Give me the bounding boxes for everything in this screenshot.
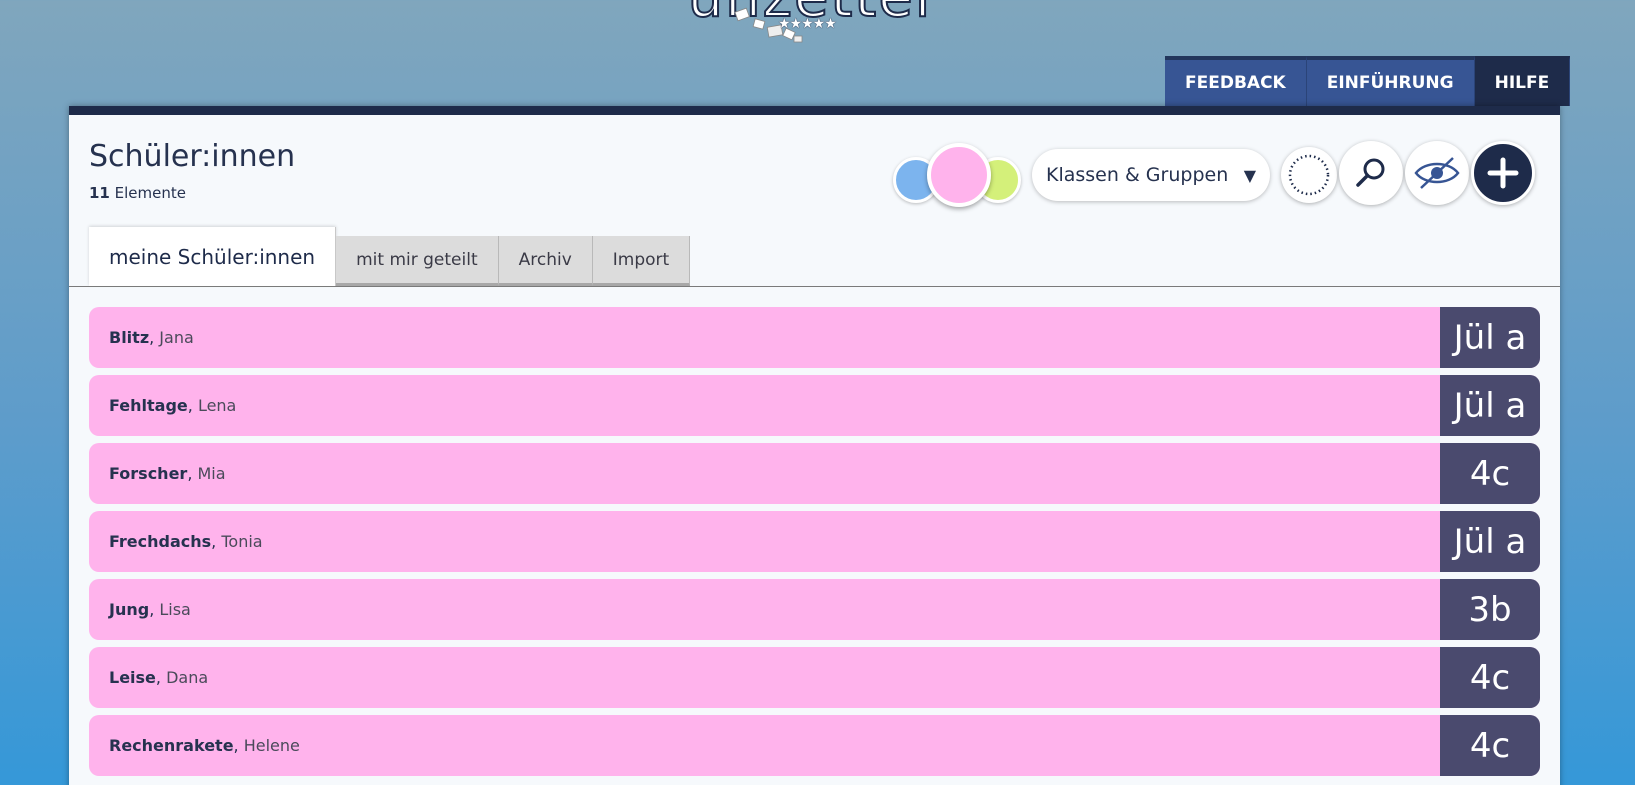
select-all-button[interactable] (1281, 147, 1337, 203)
tab-archiv[interactable]: Archiv (498, 236, 593, 286)
color-filter-pink[interactable] (927, 143, 991, 207)
first-name: Mia (197, 464, 226, 483)
top-navigation: FEEDBACK EINFÜHRUNG HILFE (1165, 56, 1571, 106)
tab-import[interactable]: Import (592, 236, 691, 286)
student-name: Leise, Dana (109, 668, 209, 687)
last-name: Frechdachs (109, 532, 212, 551)
list-item[interactable]: Frechdachs, Tonia Jül a (89, 511, 1540, 572)
count-number: 11 (89, 184, 110, 202)
add-student-button[interactable] (1471, 141, 1535, 205)
student-name: Rechenrakete, Helene (109, 736, 300, 755)
toggle-visibility-button[interactable] (1405, 141, 1469, 205)
student-list: Blitz, Jana Jül a Fehltage, Lena Jül a F… (89, 307, 1540, 783)
last-name: Jung (109, 600, 150, 619)
class-badge: 4c (1440, 715, 1540, 776)
nav-feedback[interactable]: FEEDBACK (1165, 56, 1307, 106)
last-name: Leise (109, 668, 156, 687)
first-name: Dana (166, 668, 209, 687)
app-logo[interactable]: unzettel ★★★★★ (640, 0, 980, 70)
count-label: Elemente (114, 184, 186, 202)
chevron-down-icon: ▼ (1243, 165, 1256, 185)
list-item[interactable]: Fehltage, Lena Jül a (89, 375, 1540, 436)
tab-meine-schueler[interactable]: meine Schüler:innen (89, 227, 337, 286)
list-item[interactable]: Jung, Lisa 3b (89, 579, 1540, 640)
class-badge: 3b (1440, 579, 1540, 640)
last-name: Forscher (109, 464, 188, 483)
class-badge: 4c (1440, 647, 1540, 708)
logo-stars: ★★★★★ (778, 16, 837, 32)
list-item[interactable]: Blitz, Jana Jül a (89, 307, 1540, 368)
class-badge: Jül a (1440, 307, 1540, 368)
student-name: Frechdachs, Tonia (109, 532, 263, 551)
student-name: Fehltage, Lena (109, 396, 237, 415)
student-name: Jung, Lisa (109, 600, 191, 619)
class-badge: Jül a (1440, 511, 1540, 572)
first-name: Jana (159, 328, 194, 347)
class-group-select[interactable]: Klassen & Gruppen ▼ (1032, 149, 1270, 201)
page-title: Schüler:innen (89, 139, 296, 174)
select-value: Klassen & Gruppen (1046, 164, 1229, 186)
search-button[interactable] (1339, 141, 1403, 205)
students-panel: Schüler:innen 11 Elemente Klassen & Grup… (69, 106, 1560, 785)
last-name: Fehltage (109, 396, 188, 415)
class-badge: Jül a (1440, 375, 1540, 436)
class-badge: 4c (1440, 443, 1540, 504)
student-name: Blitz, Jana (109, 328, 194, 347)
list-item[interactable]: Rechenrakete, Helene 4c (89, 715, 1540, 776)
element-count: 11 Elemente (89, 184, 186, 202)
plus-icon (1487, 157, 1519, 189)
nav-hilfe[interactable]: HILFE (1474, 56, 1571, 106)
first-name: Lisa (159, 600, 191, 619)
first-name: Tonia (221, 532, 263, 551)
first-name: Helene (243, 736, 300, 755)
eye-slash-icon (1414, 157, 1460, 189)
tab-bar: meine Schüler:innen mit mir geteilt Arch… (89, 227, 691, 286)
list-item[interactable]: Leise, Dana 4c (89, 647, 1540, 708)
tab-divider (69, 286, 1560, 287)
last-name: Blitz (109, 328, 150, 347)
last-name: Rechenrakete (109, 736, 234, 755)
dotted-circle-icon (1288, 154, 1330, 196)
tab-mit-mir-geteilt[interactable]: mit mir geteilt (336, 236, 499, 286)
list-item[interactable]: Forscher, Mia 4c (89, 443, 1540, 504)
search-icon (1356, 158, 1385, 187)
student-name: Forscher, Mia (109, 464, 226, 483)
first-name: Lena (197, 396, 237, 415)
nav-einfuehrung[interactable]: EINFÜHRUNG (1306, 56, 1475, 106)
